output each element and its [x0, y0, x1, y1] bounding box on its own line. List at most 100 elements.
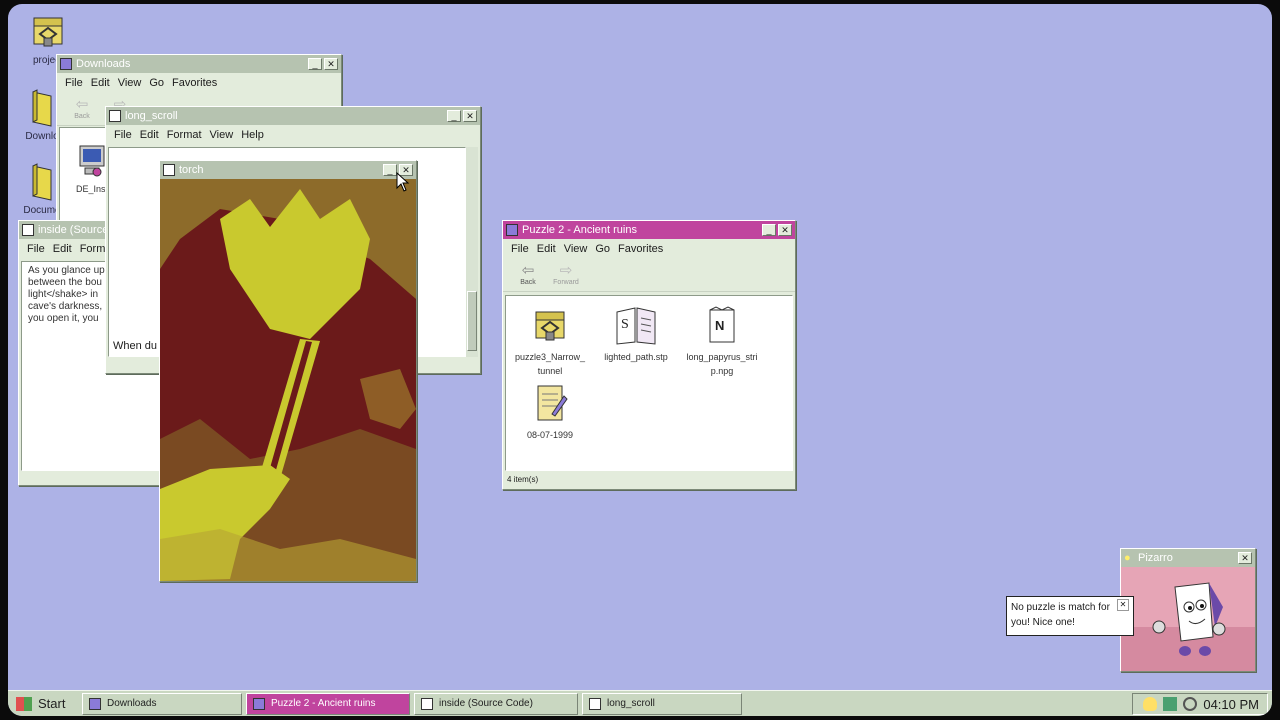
explorer-icon: [89, 697, 101, 710]
back-arrow-icon: ⇦: [521, 262, 535, 279]
pizarro-speech-bubble: No puzzle is match for you! Nice one! ✕: [1006, 596, 1134, 636]
torch-window: torch _ ✕: [159, 160, 417, 582]
text-line: When du: [113, 340, 158, 352]
menubar: File Edit View Go Favorites: [503, 239, 795, 258]
svg-text:S: S: [621, 317, 629, 332]
back-button[interactable]: ⇦ Back: [63, 96, 101, 121]
menu-format[interactable]: Format: [167, 129, 202, 141]
taskbar-item-puzzle-2[interactable]: Puzzle 2 - Ancient ruins: [246, 692, 410, 715]
minimize-button[interactable]: _: [447, 110, 461, 122]
file-item-puzzle3[interactable]: puzzle3_Narrow_ tunnel: [510, 306, 590, 378]
torch-image: [160, 179, 416, 581]
explorer-icon: [253, 697, 265, 710]
window-title: Pizarro: [1138, 552, 1173, 564]
window-title: long_scroll: [125, 110, 178, 122]
taskbar-item-downloads[interactable]: Downloads: [82, 692, 242, 715]
menu-view[interactable]: View: [118, 77, 142, 89]
menu-edit[interactable]: Edit: [53, 243, 72, 255]
notepad-icon: [589, 697, 601, 710]
taskbar-item-label: long_scroll: [607, 698, 655, 709]
file-label: puzzle3_Narrow_ tunnel: [514, 352, 586, 376]
menu-view[interactable]: View: [210, 129, 234, 141]
window-title: Puzzle 2 - Ancient ruins: [522, 224, 637, 236]
menu-help[interactable]: Help: [241, 129, 264, 141]
notepad-icon: [421, 697, 433, 710]
long-scroll-titlebar[interactable]: long_scroll _ ✕: [106, 107, 480, 125]
desktop-icon-label: Downlo: [25, 131, 59, 142]
desktop: project Downlo Docume Downloads _ ✕ File…: [8, 4, 1272, 716]
menu-favorites[interactable]: Favorites: [172, 77, 217, 89]
menu-edit[interactable]: Edit: [91, 77, 110, 89]
back-arrow-icon: ⇦: [75, 96, 89, 113]
puzzle-titlebar[interactable]: Puzzle 2 - Ancient ruins _ ✕: [503, 221, 795, 239]
system-tray: 04:10 PM: [1132, 693, 1268, 715]
close-icon[interactable]: ✕: [1117, 599, 1129, 611]
file-item-lighted-path[interactable]: S lighted_path.stp: [596, 306, 676, 364]
taskbar-item-long-scroll[interactable]: long_scroll: [582, 692, 742, 715]
close-button[interactable]: ✕: [463, 110, 477, 122]
clock: 04:10 PM: [1203, 696, 1259, 712]
image-viewer-icon: [163, 164, 175, 176]
volume-icon[interactable]: [1163, 697, 1178, 711]
back-label: Back: [74, 113, 90, 120]
windows-logo-icon: [16, 696, 32, 711]
explorer-icon: [60, 58, 72, 70]
lightbulb-icon[interactable]: [1143, 697, 1158, 711]
file-item-long-papyrus[interactable]: N long_papyrus_stri p.npg: [682, 306, 762, 378]
torch-titlebar[interactable]: torch _ ✕: [160, 161, 416, 179]
minimize-button[interactable]: _: [308, 58, 322, 70]
pizarro-titlebar[interactable]: ● Pizarro ✕: [1121, 549, 1255, 567]
notepad-icon: [109, 110, 121, 122]
back-button[interactable]: ⇦ Back: [509, 262, 547, 287]
book-icon: S: [616, 307, 656, 345]
menu-go[interactable]: Go: [149, 77, 164, 89]
pizarro-character-image: [1121, 567, 1255, 671]
menu-file[interactable]: File: [27, 243, 45, 255]
menu-file[interactable]: File: [114, 129, 132, 141]
pizarro-window: ● Pizarro ✕: [1120, 548, 1256, 672]
forward-button[interactable]: ⇨ Forward: [547, 263, 585, 287]
lightbulb-icon: ●: [1124, 552, 1131, 564]
taskbar: Start Downloads Puzzle 2 - Ancient ruins…: [8, 690, 1272, 716]
taskbar-item-label: Puzzle 2 - Ancient ruins: [271, 698, 376, 709]
close-button[interactable]: ✕: [324, 58, 338, 70]
menu-go[interactable]: Go: [595, 243, 610, 255]
taskbar-item-label: inside (Source Code): [439, 698, 533, 709]
folder-icon: [32, 163, 52, 201]
menubar: File Edit Format View Help: [106, 125, 480, 144]
journal-icon: [537, 385, 568, 421]
folder-icon: [32, 89, 52, 127]
close-button[interactable]: ✕: [778, 224, 792, 236]
menu-view[interactable]: View: [564, 243, 588, 255]
status-bar: 4 item(s): [507, 475, 539, 484]
file-label: lighted_path.stp: [604, 352, 668, 362]
menu-file[interactable]: File: [65, 77, 83, 89]
back-label: Back: [520, 279, 536, 286]
svg-text:N: N: [715, 318, 724, 333]
menu-format[interactable]: Form: [80, 243, 106, 255]
menu-file[interactable]: File: [511, 243, 529, 255]
minimize-button[interactable]: _: [383, 164, 397, 176]
scrollbar-thumb[interactable]: [467, 291, 477, 351]
mouse-cursor-icon: [396, 172, 410, 192]
start-label: Start: [38, 696, 66, 711]
menubar: File Edit View Go Favorites: [57, 73, 341, 92]
menu-edit[interactable]: Edit: [140, 129, 159, 141]
network-icon[interactable]: [1183, 697, 1198, 711]
menu-favorites[interactable]: Favorites: [618, 243, 663, 255]
taskbar-item-label: Downloads: [107, 698, 157, 709]
vertical-scrollbar[interactable]: [466, 147, 478, 357]
start-button[interactable]: Start: [10, 693, 78, 715]
minimize-button[interactable]: _: [762, 224, 776, 236]
notepad-icon: [22, 224, 34, 236]
forward-label: Forward: [553, 279, 579, 286]
taskbar-item-inside-source-code[interactable]: inside (Source Code): [414, 692, 578, 715]
navbar: ⇦ Back ⇨ Forward: [503, 258, 795, 292]
downloads-titlebar[interactable]: Downloads _ ✕: [57, 55, 341, 73]
file-item-journal[interactable]: 08-07-1999: [510, 384, 590, 442]
close-button[interactable]: ✕: [1238, 552, 1252, 564]
menu-edit[interactable]: Edit: [537, 243, 556, 255]
file-label: 08-07-1999: [526, 430, 574, 440]
file-label: DE_Inst: [75, 184, 108, 194]
window-title: Downloads: [76, 58, 131, 70]
